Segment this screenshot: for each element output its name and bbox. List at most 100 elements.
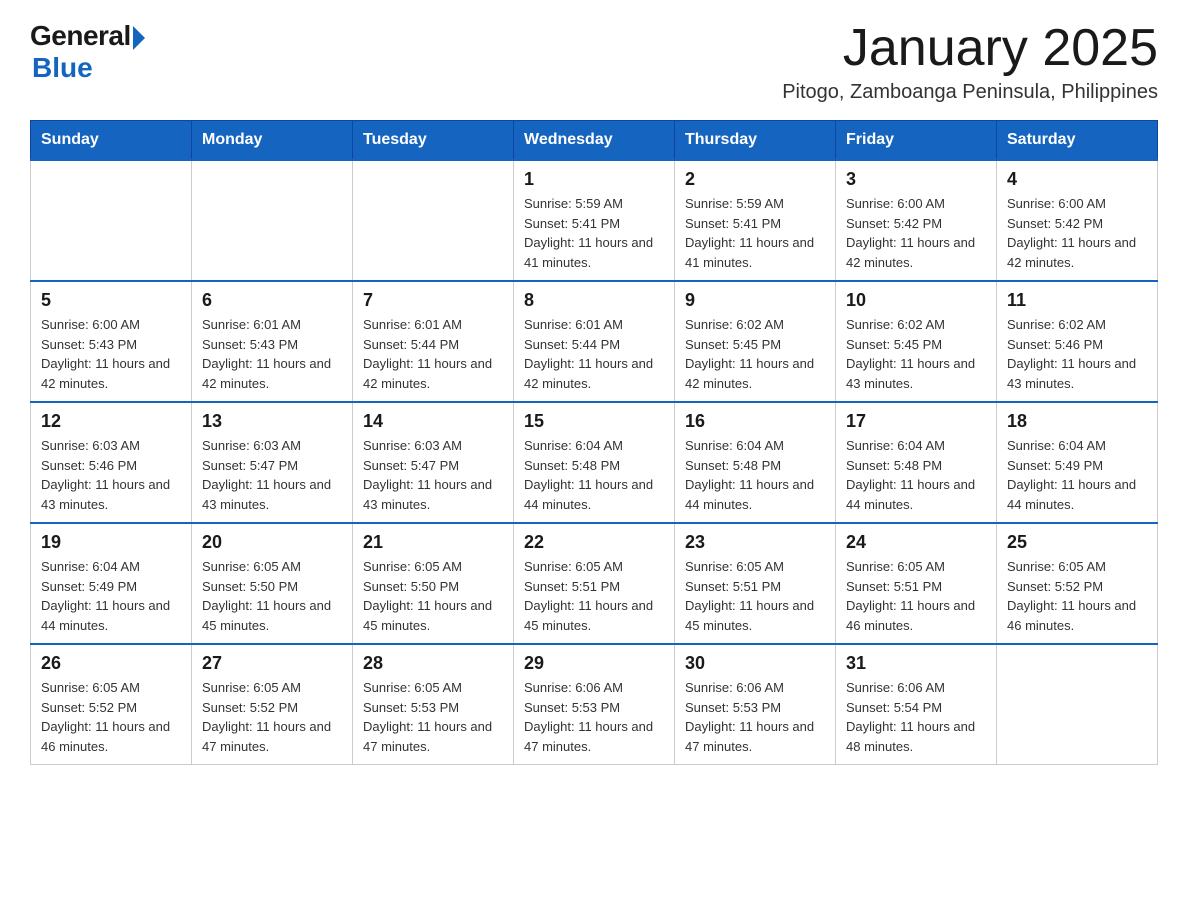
calendar-cell: 6Sunrise: 6:01 AMSunset: 5:43 PMDaylight… [192, 281, 353, 402]
calendar-cell: 23 Sunrise: 6:05 AMSunset: 5:51 PMDayligh… [675, 523, 836, 644]
day-number: 14 [363, 411, 503, 432]
calendar-cell: 1 Sunrise: 5:59 AMSunset: 5:41 PMDaylight… [514, 160, 675, 281]
day-number: 10 [846, 290, 986, 311]
day-number: 19 [41, 532, 181, 553]
day-number: 22 [524, 532, 664, 553]
day-number: 12 [41, 411, 181, 432]
calendar-cell: 11 Sunrise: 6:02 AMSunset: 5:46 PMDayligh… [997, 281, 1158, 402]
week-row-4: 19 Sunrise: 6:04 AMSunset: 5:49 PMDayligh… [31, 523, 1158, 644]
calendar-title: January 2025 [782, 20, 1158, 77]
day-info: Sunrise: 6:05 AMSunset: 5:50 PMDaylight:… [363, 557, 503, 635]
calendar-cell: 5 Sunrise: 6:00 AMSunset: 5:43 PMDaylight… [31, 281, 192, 402]
day-info: Sunrise: 6:01 AMSunset: 5:44 PMDaylight:… [363, 315, 503, 393]
day-info: Sunrise: 6:06 AMSunset: 5:53 PMDaylight:… [524, 678, 664, 756]
calendar-cell: 2Sunrise: 5:59 AMSunset: 5:41 PMDaylight… [675, 160, 836, 281]
day-number: 5 [41, 290, 181, 311]
weekday-header-sunday: Sunday [31, 121, 192, 161]
calendar-cell: 24Sunrise: 6:05 AMSunset: 5:51 PMDayligh… [836, 523, 997, 644]
week-row-3: 12 Sunrise: 6:03 AMSunset: 5:46 PMDayligh… [31, 402, 1158, 523]
week-row-2: 5 Sunrise: 6:00 AMSunset: 5:43 PMDaylight… [31, 281, 1158, 402]
calendar-cell: 19 Sunrise: 6:04 AMSunset: 5:49 PMDayligh… [31, 523, 192, 644]
day-number: 28 [363, 653, 503, 674]
day-number: 31 [846, 653, 986, 674]
calendar-cell: 17 Sunrise: 6:04 AMSunset: 5:48 PMDayligh… [836, 402, 997, 523]
day-info: Sunrise: 6:00 AMSunset: 5:42 PMDaylight:… [1007, 194, 1147, 272]
calendar-cell [31, 160, 192, 281]
weekday-header-monday: Monday [192, 121, 353, 161]
day-info: Sunrise: 6:01 AMSunset: 5:43 PMDaylight:… [202, 315, 342, 393]
day-number: 4 [1007, 169, 1147, 190]
day-info: Sunrise: 6:00 AMSunset: 5:42 PMDaylight:… [846, 194, 986, 272]
day-info: Sunrise: 6:04 AMSunset: 5:49 PMDaylight:… [41, 557, 181, 635]
day-number: 9 [685, 290, 825, 311]
day-number: 17 [846, 411, 986, 432]
day-info: Sunrise: 6:01 AMSunset: 5:44 PMDaylight:… [524, 315, 664, 393]
day-info: Sunrise: 6:05 AMSunset: 5:51 PMDaylight:… [524, 557, 664, 635]
calendar-cell: 7 Sunrise: 6:01 AMSunset: 5:44 PMDaylight… [353, 281, 514, 402]
calendar-cell: 29Sunrise: 6:06 AMSunset: 5:53 PMDayligh… [514, 644, 675, 765]
day-number: 30 [685, 653, 825, 674]
day-number: 25 [1007, 532, 1147, 553]
day-number: 18 [1007, 411, 1147, 432]
day-number: 16 [685, 411, 825, 432]
calendar-cell: 3 Sunrise: 6:00 AMSunset: 5:42 PMDaylight… [836, 160, 997, 281]
day-number: 13 [202, 411, 342, 432]
calendar-cell [997, 644, 1158, 765]
logo-general-text: General [30, 20, 131, 52]
calendar-cell: 14 Sunrise: 6:03 AMSunset: 5:47 PMDayligh… [353, 402, 514, 523]
calendar-cell: 13 Sunrise: 6:03 AMSunset: 5:47 PMDayligh… [192, 402, 353, 523]
logo: General Blue [30, 20, 145, 84]
day-info: Sunrise: 6:05 AMSunset: 5:51 PMDaylight:… [846, 557, 986, 635]
day-info: Sunrise: 6:05 AMSunset: 5:52 PMDaylight:… [202, 678, 342, 756]
calendar-cell: 30 Sunrise: 6:06 AMSunset: 5:53 PMDayligh… [675, 644, 836, 765]
day-number: 3 [846, 169, 986, 190]
day-info: Sunrise: 5:59 AMSunset: 5:41 PMDaylight:… [524, 194, 664, 272]
day-info: Sunrise: 6:02 AMSunset: 5:45 PMDaylight:… [685, 315, 825, 393]
calendar-cell: 22 Sunrise: 6:05 AMSunset: 5:51 PMDayligh… [514, 523, 675, 644]
calendar-cell: 10Sunrise: 6:02 AMSunset: 5:45 PMDayligh… [836, 281, 997, 402]
calendar-cell: 28Sunrise: 6:05 AMSunset: 5:53 PMDayligh… [353, 644, 514, 765]
day-number: 7 [363, 290, 503, 311]
weekday-header-row: SundayMondayTuesdayWednesdayThursdayFrid… [31, 121, 1158, 161]
day-info: Sunrise: 6:04 AMSunset: 5:48 PMDaylight:… [524, 436, 664, 514]
weekday-header-friday: Friday [836, 121, 997, 161]
day-info: Sunrise: 6:06 AMSunset: 5:53 PMDaylight:… [685, 678, 825, 756]
day-number: 1 [524, 169, 664, 190]
day-number: 21 [363, 532, 503, 553]
calendar-cell: 15Sunrise: 6:04 AMSunset: 5:48 PMDayligh… [514, 402, 675, 523]
weekday-header-wednesday: Wednesday [514, 121, 675, 161]
day-info: Sunrise: 6:03 AMSunset: 5:47 PMDaylight:… [202, 436, 342, 514]
day-number: 27 [202, 653, 342, 674]
calendar-cell: 12 Sunrise: 6:03 AMSunset: 5:46 PMDayligh… [31, 402, 192, 523]
day-info: Sunrise: 6:00 AMSunset: 5:43 PMDaylight:… [41, 315, 181, 393]
weekday-header-thursday: Thursday [675, 121, 836, 161]
calendar-cell: 26Sunrise: 6:05 AMSunset: 5:52 PMDayligh… [31, 644, 192, 765]
calendar-cell: 16 Sunrise: 6:04 AMSunset: 5:48 PMDayligh… [675, 402, 836, 523]
logo-blue-text: Blue [32, 52, 93, 84]
day-number: 23 [685, 532, 825, 553]
calendar-table: SundayMondayTuesdayWednesdayThursdayFrid… [30, 120, 1158, 765]
week-row-1: 1 Sunrise: 5:59 AMSunset: 5:41 PMDaylight… [31, 160, 1158, 281]
calendar-cell: 21 Sunrise: 6:05 AMSunset: 5:50 PMDayligh… [353, 523, 514, 644]
calendar-cell: 18 Sunrise: 6:04 AMSunset: 5:49 PMDayligh… [997, 402, 1158, 523]
calendar-cell: 25 Sunrise: 6:05 AMSunset: 5:52 PMDayligh… [997, 523, 1158, 644]
day-info: Sunrise: 6:03 AMSunset: 5:46 PMDaylight:… [41, 436, 181, 514]
day-info: Sunrise: 6:04 AMSunset: 5:48 PMDaylight:… [846, 436, 986, 514]
calendar-cell: 4 Sunrise: 6:00 AMSunset: 5:42 PMDaylight… [997, 160, 1158, 281]
day-number: 11 [1007, 290, 1147, 311]
day-info: Sunrise: 6:04 AMSunset: 5:48 PMDaylight:… [685, 436, 825, 514]
calendar-cell [192, 160, 353, 281]
day-number: 8 [524, 290, 664, 311]
day-number: 20 [202, 532, 342, 553]
page-header: General Blue January 2025 Pitogo, Zamboa… [30, 20, 1158, 104]
calendar-cell: 31Sunrise: 6:06 AMSunset: 5:54 PMDayligh… [836, 644, 997, 765]
logo-arrow-icon [133, 26, 145, 50]
calendar-cell: 27 Sunrise: 6:05 AMSunset: 5:52 PMDayligh… [192, 644, 353, 765]
day-info: Sunrise: 6:05 AMSunset: 5:52 PMDaylight:… [1007, 557, 1147, 635]
day-info: Sunrise: 5:59 AMSunset: 5:41 PMDaylight:… [685, 194, 825, 272]
calendar-cell: 9 Sunrise: 6:02 AMSunset: 5:45 PMDaylight… [675, 281, 836, 402]
day-info: Sunrise: 6:04 AMSunset: 5:49 PMDaylight:… [1007, 436, 1147, 514]
day-info: Sunrise: 6:05 AMSunset: 5:51 PMDaylight:… [685, 557, 825, 635]
day-info: Sunrise: 6:02 AMSunset: 5:46 PMDaylight:… [1007, 315, 1147, 393]
day-info: Sunrise: 6:03 AMSunset: 5:47 PMDaylight:… [363, 436, 503, 514]
